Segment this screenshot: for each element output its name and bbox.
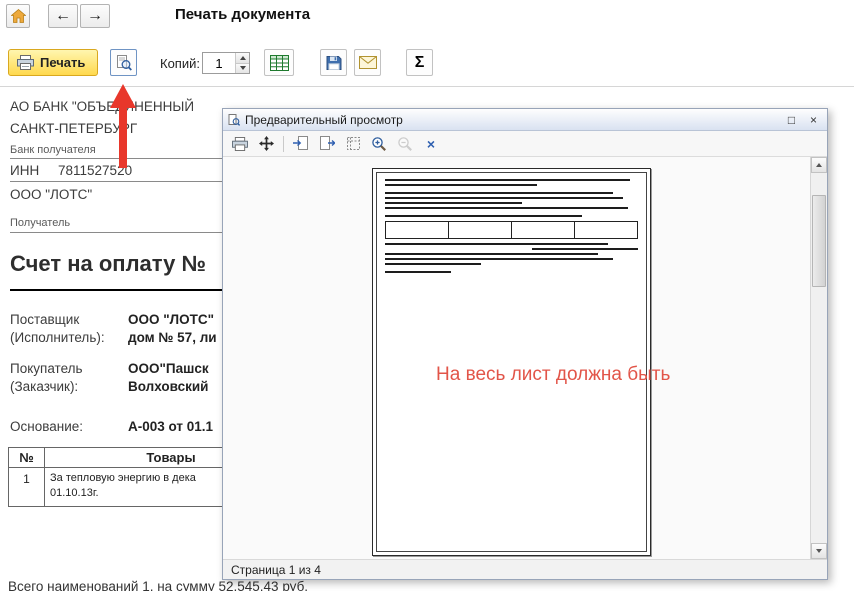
close-preview-button[interactable]: × [420, 134, 442, 154]
pan-button[interactable] [255, 134, 277, 154]
text-line [385, 263, 481, 265]
zoom-in-icon [371, 136, 387, 152]
close-button[interactable]: × [805, 112, 822, 128]
pan-arrows-icon [259, 136, 274, 151]
supplier-value: ООО "ЛОТС" [128, 312, 214, 327]
text-line [385, 271, 451, 273]
recipient-name: ООО "ЛОТС" [10, 187, 92, 202]
preview-window-icon [228, 114, 240, 126]
buyer-value-2: Волховский [128, 379, 208, 394]
bank-caption: Банк получателя [10, 144, 96, 156]
preview-print-button[interactable] [229, 134, 251, 154]
buyer-label: Покупатель [10, 361, 83, 376]
annotation-arrow-head [110, 84, 136, 108]
basis-value: А-003 от 01.1 [128, 419, 213, 434]
printer-icon [232, 137, 248, 151]
inn-label: ИНН [10, 163, 39, 178]
page-previous-icon [293, 136, 309, 151]
scrollbar-thumb[interactable] [812, 195, 826, 287]
recipient-caption: Получатель [10, 217, 70, 229]
preview-dialog-titlebar[interactable]: Предварительный просмотр □ × [223, 109, 827, 131]
buyer-value: ООО"Пашск [128, 361, 209, 376]
preview-toolbar: × [223, 131, 827, 157]
preview-page-content [376, 172, 647, 552]
buyer-label-2: (Заказчик): [10, 379, 78, 394]
text-line [385, 179, 630, 181]
page-counter: Страница 1 из 4 [231, 563, 321, 577]
zoom-in-button[interactable] [368, 134, 390, 154]
page-next-icon [319, 136, 335, 151]
annotation-arrow-stem [119, 106, 127, 168]
zoom-out-icon [397, 136, 413, 152]
text-line [385, 202, 522, 204]
text-line [385, 197, 623, 199]
scroll-down-button[interactable] [811, 543, 827, 559]
num-column-header: № [9, 448, 45, 467]
preview-dialog: Предварительный просмотр □ × [222, 108, 828, 580]
row-number: 1 [9, 468, 45, 506]
app-window: ← → Печать документа Печать Копий: [0, 0, 854, 591]
preview-area: На весь лист должна быть [223, 157, 827, 559]
maximize-button[interactable]: □ [783, 112, 800, 128]
scroll-up-button[interactable] [811, 157, 827, 173]
preview-dialog-title: Предварительный просмотр [245, 113, 778, 127]
preview-page [372, 168, 651, 556]
triangle-down-icon [816, 549, 822, 553]
text-line [385, 207, 628, 209]
text-line [385, 215, 582, 217]
triangle-up-icon [816, 163, 822, 167]
toolbar-divider [283, 136, 284, 152]
margins-grid-icon [346, 136, 361, 151]
text-line [385, 258, 613, 260]
text-line [385, 243, 608, 245]
text-line [385, 253, 598, 255]
previous-page-button[interactable] [290, 134, 312, 154]
supplier-label-2: (Исполнитель): [10, 330, 105, 345]
page-margins-button[interactable] [342, 134, 364, 154]
preview-scrollbar[interactable] [810, 157, 827, 559]
bank-name: АО БАНК "ОБЪЕДИНЕННЫЙ [10, 99, 194, 114]
text-line [385, 192, 613, 194]
invoice-total-line: Всего наименований 1, на сумму 52,545.43… [8, 579, 308, 591]
zoom-out-button[interactable] [394, 134, 416, 154]
preview-mini-table [385, 221, 638, 239]
basis-label: Основание: [10, 419, 83, 434]
text-line [385, 184, 537, 186]
annotation-text: На весь лист должна быть [436, 364, 670, 386]
supplier-label: Поставщик [10, 312, 79, 327]
invoice-title: Счет на оплату № [10, 251, 206, 277]
preview-statusbar: Страница 1 из 4 [223, 559, 827, 579]
supplier-value-2: дом № 57, ли [128, 330, 217, 345]
text-line [532, 248, 638, 250]
next-page-button[interactable] [316, 134, 338, 154]
